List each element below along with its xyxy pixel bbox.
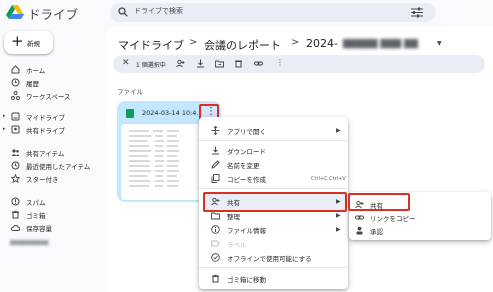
menu-item-download[interactable]: ダウンロード: [227, 146, 266, 156]
new-button-label: 新規: [27, 40, 40, 48]
sidebar-item-label: 共有ドライブ: [26, 127, 65, 135]
breadcrumb-separator: >: [189, 37, 198, 48]
selection-count: 1 個選択中: [136, 62, 166, 69]
download-icon: [212, 146, 219, 155]
sidebar-item-home[interactable]: ホーム: [0, 64, 105, 75]
sidebar-item-recent[interactable]: 最近使用したアイテム: [0, 160, 105, 171]
sidebar-item-spam[interactable]: スパム: [0, 196, 105, 207]
label-icon: [211, 240, 220, 247]
app-title: ドライブ: [28, 7, 79, 22]
sidebar-item-label: ワークスペース: [26, 93, 71, 101]
menu-divider: [199, 140, 348, 141]
breadcrumb-my-drive[interactable]: マイドライブ: [118, 37, 184, 53]
sidebar-item-label: マイドライブ: [26, 114, 65, 122]
spam-icon: [11, 197, 20, 206]
menu-item-file-info[interactable]: ファイル情報: [227, 225, 266, 235]
menu-item-move-to-trash[interactable]: ゴミ箱に移動: [227, 274, 266, 284]
storage-usage-redacted: ▇▇▇▇▇▇▇▇▇▇: [10, 240, 49, 246]
submenu-arrow-icon: ▶: [336, 212, 341, 219]
more-vert-icon: ⋮: [206, 106, 216, 117]
submenu-item-copy-link[interactable]: リンクをコピー: [370, 213, 416, 223]
breadcrumb-separator: >: [291, 37, 300, 48]
sidebar-item-trash[interactable]: ゴミ箱: [0, 209, 105, 220]
menu-item-share-highlighted[interactable]: 共有: [227, 197, 240, 207]
menu-item-open-with[interactable]: アプリで開く: [227, 126, 266, 136]
cloud-icon: [11, 225, 20, 231]
menu-divider: [199, 267, 348, 268]
share-highlight-box: [203, 192, 347, 212]
sidebar-item-label: スパム: [26, 199, 46, 207]
shared-drives-icon: [11, 125, 20, 134]
offline-icon: [211, 253, 220, 262]
sidebar-item-label: ゴミ箱: [26, 212, 46, 220]
search-options-icon[interactable]: [411, 7, 423, 18]
copy-shortcut-hint: Ctrl+C Ctrl+V: [311, 176, 346, 182]
trash-icon: [212, 274, 219, 283]
breadcrumb-redacted: ▇▇▇▇▇ ▇▇▇ ▇▇: [343, 39, 418, 49]
sidebar-item-shared-drives[interactable]: ▸ 共有ドライブ: [0, 124, 105, 135]
sidebar-item-storage[interactable]: 保存容量: [0, 222, 105, 233]
files-section-heading: ファイル: [117, 88, 143, 96]
sidebar-item-starred[interactable]: スター付き: [0, 173, 105, 184]
sidebar-item-label: 最近使用したアイテム: [26, 163, 91, 171]
recent-icon: [11, 161, 20, 170]
submenu-item-approval[interactable]: 承認: [370, 226, 383, 236]
menu-divider: [199, 188, 348, 189]
menu-item-rename[interactable]: 名前を変更: [227, 160, 260, 170]
approval-icon: [356, 226, 363, 235]
search-input[interactable]: ドライブで検索: [134, 6, 183, 16]
info-icon: [211, 225, 220, 234]
my-drive-icon: [11, 112, 20, 121]
breadcrumb-current[interactable]: 2024-: [306, 37, 338, 50]
search-icon: [118, 7, 128, 17]
breadcrumb-folder[interactable]: 会議のレポート: [204, 37, 281, 53]
history-icon: [11, 78, 20, 87]
submenu-share-highlight-box: [348, 193, 410, 211]
trash-icon: [12, 210, 19, 219]
submenu-arrow-icon: ▶: [336, 226, 341, 233]
submenu-arrow-icon: ▶: [336, 198, 341, 205]
drive-logo-icon: [6, 5, 24, 19]
plus-icon: +: [11, 32, 24, 50]
rename-icon: [211, 160, 220, 169]
clear-selection-icon[interactable]: ✕: [122, 58, 130, 68]
sidebar-item-label: 共有アイテム: [26, 150, 65, 158]
sidebar-item-label: 保存容量: [26, 225, 52, 233]
star-icon: [11, 174, 20, 183]
move-icon[interactable]: [215, 59, 224, 68]
more-options-icon[interactable]: ⋮: [276, 58, 284, 67]
selection-toolbar: [113, 55, 485, 73]
menu-item-make-copy[interactable]: コピーを作成: [227, 174, 266, 184]
home-icon: [11, 65, 20, 74]
download-icon[interactable]: [196, 59, 205, 68]
organize-icon: [211, 212, 220, 220]
sidebar-item-shared-with-me[interactable]: 共有アイテム: [0, 147, 105, 158]
file-title: 2024-03-14 10:4...: [142, 109, 203, 117]
workspace-icon: [11, 91, 20, 100]
link-icon[interactable]: [254, 59, 263, 68]
sidebar-item-my-drive[interactable]: ▸ マイドライブ: [0, 111, 105, 122]
menu-item-labels: ラベル: [227, 241, 247, 249]
chevron-down-icon[interactable]: ▼: [437, 40, 442, 47]
menu-item-organize[interactable]: 整理: [227, 211, 240, 221]
sidebar-item-label: ホーム: [26, 67, 46, 75]
share-icon[interactable]: [176, 59, 185, 68]
sidebar-item-label: スター付き: [26, 176, 59, 184]
submenu-arrow-icon: ▶: [336, 127, 341, 134]
shared-with-me-icon: [11, 149, 20, 156]
link-icon: [355, 215, 364, 220]
sidebar-item-workspace[interactable]: ワークスペース: [0, 90, 105, 101]
menu-item-offline[interactable]: オフラインで使用可能にする: [227, 253, 312, 263]
sidebar-item-label: 履歴: [26, 80, 39, 88]
open-with-icon: [211, 126, 220, 135]
expand-caret-icon[interactable]: ▸: [3, 126, 6, 132]
trash-icon[interactable]: [234, 59, 243, 68]
copy-icon: [211, 174, 220, 183]
share-icon: [211, 197, 220, 206]
sheets-file-icon: [126, 109, 134, 118]
expand-caret-icon[interactable]: ▸: [3, 113, 6, 119]
sidebar-item-history[interactable]: 履歴: [0, 77, 105, 88]
